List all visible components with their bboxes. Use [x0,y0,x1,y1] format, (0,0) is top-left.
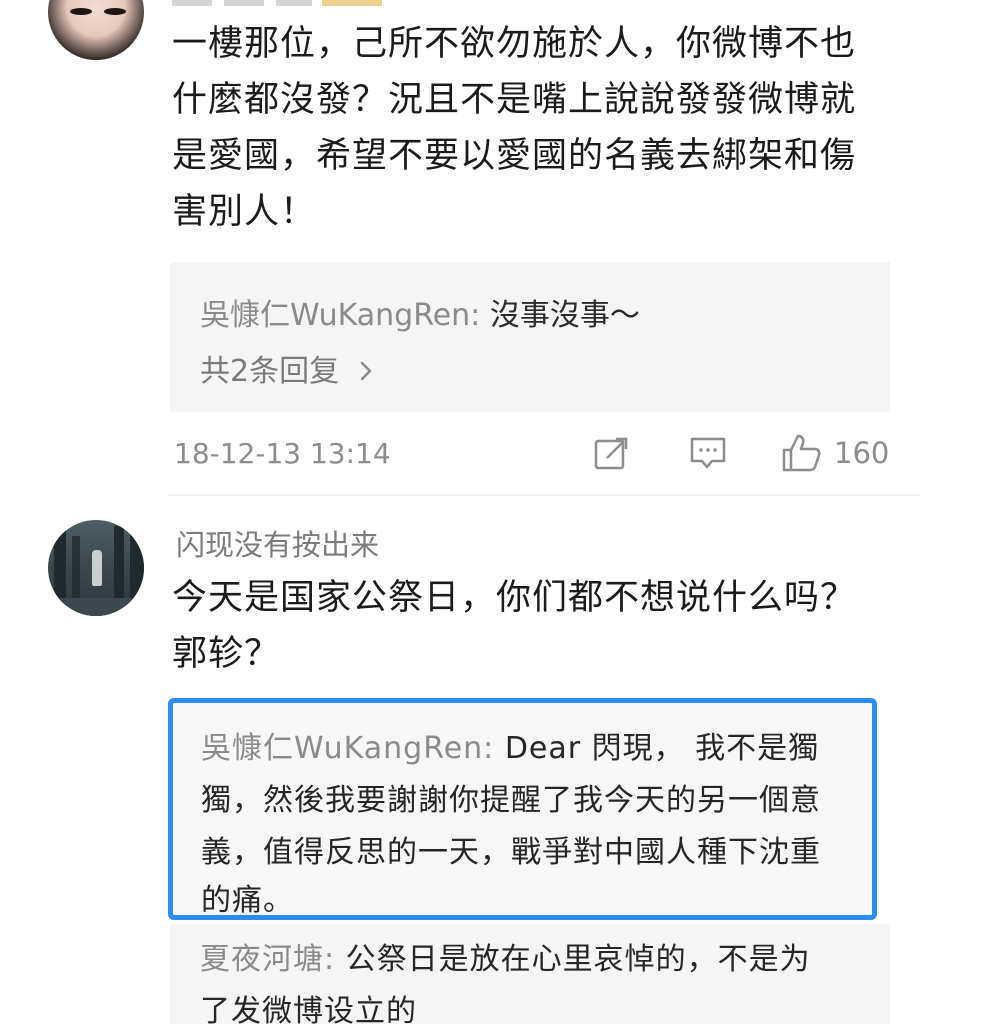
reply-line: 的痛。 [201,883,294,918]
highlighted-reply[interactable]: 吳慷仁WuKangRen: Dear 閃現， 我不是獨 獨，然後我要謝謝你提醒了… [168,698,877,920]
reply-line: 義，值得反思的一天，戰爭對中國人種下沈重 [201,835,821,870]
chevron-right-icon [359,355,373,390]
repost-icon [592,434,630,472]
more-replies-label: 共2条回复 [200,354,340,389]
comment-line: 郭轸？ [172,634,281,674]
timestamp: 18-12-13 13:14 [174,437,391,470]
reply-item: 吳慷仁WuKangRen: 沒事沒事～ [200,290,640,334]
avatar-detail [48,598,144,616]
reply-text: 沒事沒事～ [489,298,640,333]
more-replies-link[interactable]: 共2条回复 [200,346,373,390]
comment-line: 是愛國，希望不要以愛國的名義去綁架和傷 [172,136,857,176]
like-button[interactable]: 160 [780,428,889,478]
comment-line: 一樓那位，己所不欲勿施於人，你微博不也 [172,24,857,64]
avatar-detail [92,550,102,586]
reply-author[interactable]: 夏夜河塘: [200,942,335,977]
reply-text: 公祭日是放在心里哀悼的，不是为 [345,942,811,977]
reply-author[interactable]: 吳慷仁WuKangRen: [200,298,480,333]
avatar-eye [104,8,126,15]
comment-text: 今天是国家公祭日，你们都不想说什么吗？ 郭轸？ [172,570,856,682]
reply-text: Dear 閃現， 我不是獨 [504,731,820,766]
thumbs-up-icon [780,432,822,474]
comment-button[interactable] [688,428,728,478]
repost-button[interactable] [592,428,630,478]
comment-text: 一樓那位，己所不欲勿施於人，你微博不也 什麼都沒發？況且不是嘴上說說發發微博就 … [172,16,856,240]
comment-icon [688,434,728,472]
comment-line: 什麼都沒發？況且不是嘴上說說發發微博就 [172,80,857,120]
username-cropped [172,0,382,6]
username[interactable]: 闪现没有按出来 [176,522,379,564]
reply-line: 獨，然後我要謝謝你提醒了我今天的另一個意 [201,783,821,818]
reply-line: 了发微博设立的 [200,994,417,1029]
like-count: 160 [834,436,890,470]
divider [168,494,920,496]
avatar-eye [70,8,92,15]
reply-line: 夏夜河塘: 公祭日是放在心里哀悼的，不是为 [200,934,811,978]
reply-box[interactable]: 夏夜河塘: 公祭日是放在心里哀悼的，不是为 了发微博设立的 [170,924,890,1029]
comment-line: 今天是国家公祭日，你们都不想说什么吗？ [172,578,857,618]
comment-line: 害別人！ [172,192,317,232]
reply-box[interactable]: 吳慷仁WuKangRen: 沒事沒事～ 共2条回复 [170,262,890,412]
reply-author[interactable]: 吳慷仁WuKangRen: [201,731,494,766]
avatar[interactable] [48,520,144,616]
avatar[interactable] [48,0,144,60]
reply-line: 吳慷仁WuKangRen: Dear 閃現， 我不是獨 [201,723,819,767]
